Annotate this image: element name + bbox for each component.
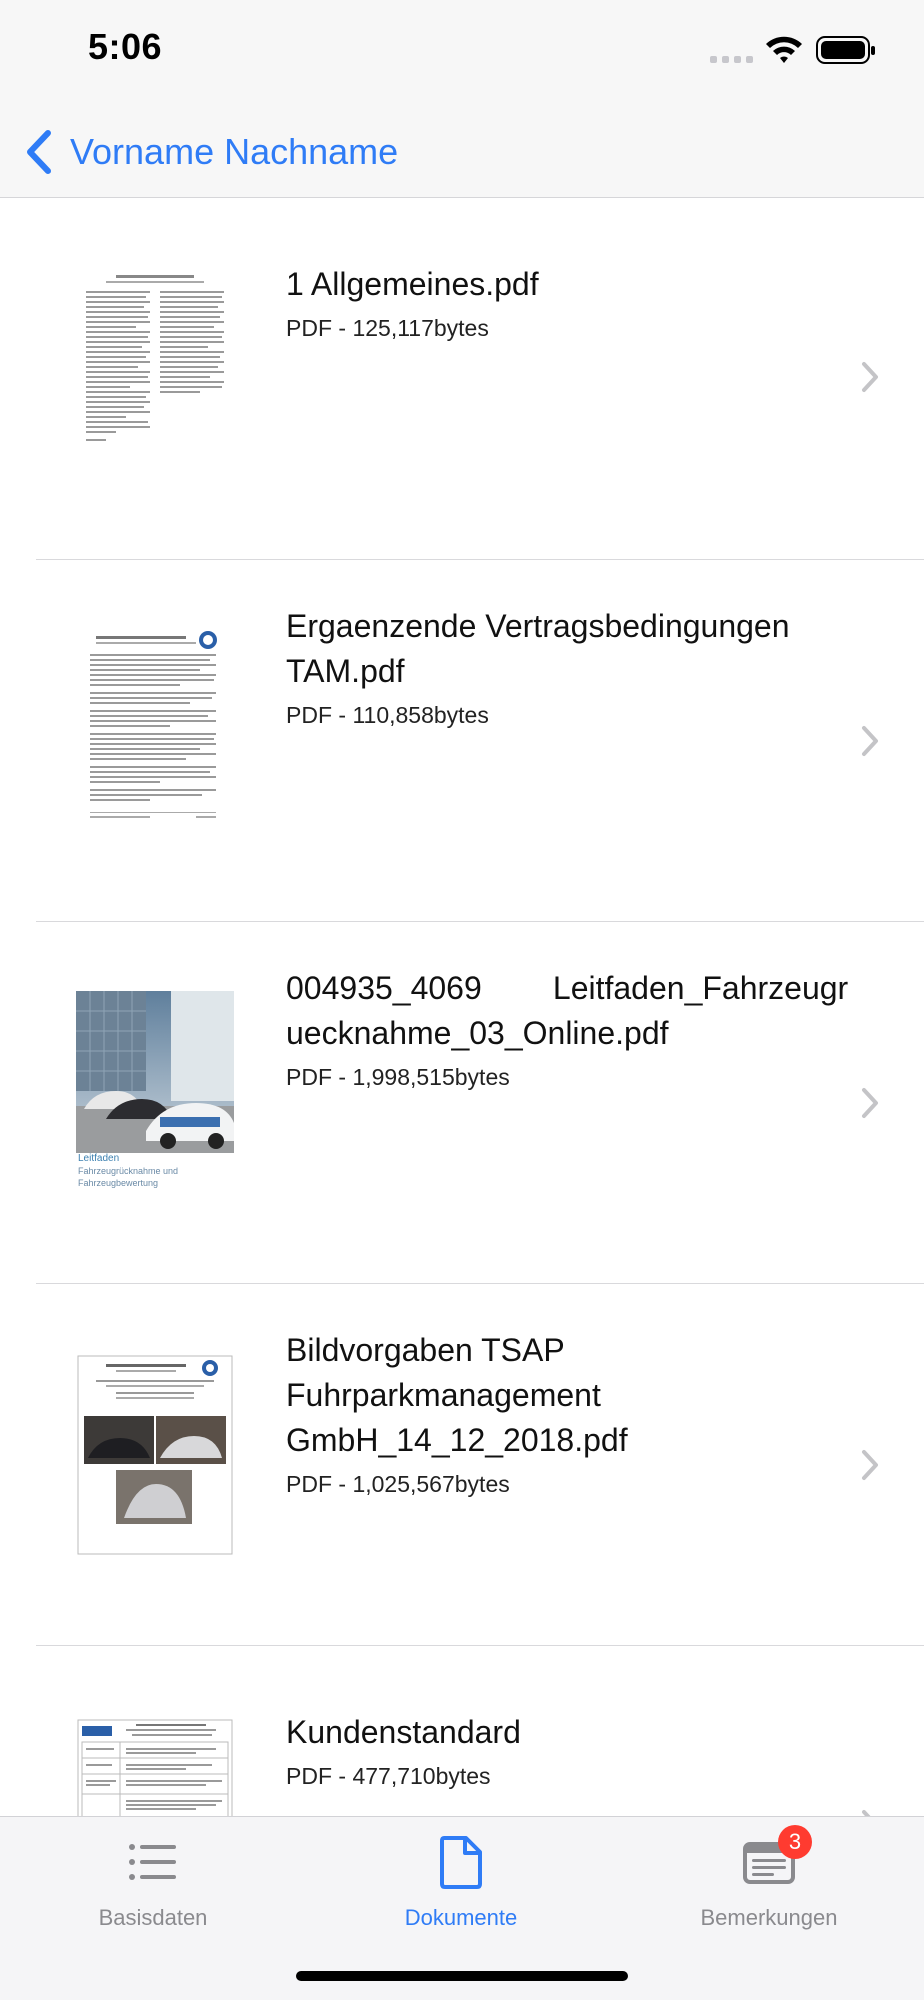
document-row[interactable]: Leitfaden Fahrzeugrücknahme und Fahrzeug… [0, 922, 924, 1284]
document-thumbnail: Leitfaden Fahrzeugrücknahme und Fahrzeug… [76, 991, 234, 1195]
document-title: Bildvorgaben TSAP Fuhrparkmanagement Gmb… [286, 1332, 628, 1458]
navigation-bar: Vorname Nachname [0, 110, 924, 198]
chevron-right-icon [862, 1088, 878, 1118]
car-photo [76, 991, 234, 1153]
document-row[interactable]: 1 Allgemeines.pdf PDF - 125,117bytes [0, 198, 924, 560]
document-row[interactable]: Ergaenzende Vertragsbedingungen TAM.pdf … [0, 560, 924, 922]
document-thumbnail [76, 628, 234, 830]
document-title: Kundenstandard [286, 1714, 521, 1750]
tab-label: Bemerkungen [700, 1905, 838, 1930]
document-title: Ergaenzende Vertragsbedingungen TAM.pdf [286, 608, 790, 689]
document-thumbnail [77, 1719, 233, 1816]
document-thumbnail [77, 1355, 233, 1555]
tab-bemerkungen[interactable]: 3 Bemerkungen [659, 1825, 879, 1945]
back-button[interactable]: Vorname Nachname [24, 124, 398, 180]
thumbnail-text: Leitfaden [78, 1153, 120, 1164]
battery-icon [816, 36, 875, 64]
thumbnail-text: Fahrzeugrücknahme und [78, 1166, 179, 1176]
document-thumbnail [76, 267, 234, 469]
status-bar: 5:06 [0, 0, 924, 110]
notification-badge: 3 [778, 1825, 812, 1859]
list-icon [129, 1844, 176, 1880]
document-size: PDF - 1,025,567bytes [286, 1471, 510, 1497]
back-label: Vorname Nachname [70, 131, 399, 172]
tab-label: Basisdaten [98, 1905, 208, 1930]
notes-icon: 3 [742, 1825, 812, 1889]
thumbnail-text: Fahrzeugbewertung [78, 1178, 159, 1188]
document-size: PDF - 477,710bytes [286, 1763, 491, 1789]
tab-label: Dokumente [404, 1905, 518, 1930]
tab-dokumente[interactable]: Dokumente [351, 1835, 571, 1945]
chevron-right-icon [862, 362, 878, 392]
document-row[interactable]: Kundenstandard PDF - 477,710bytes [0, 1646, 924, 1816]
document-title: 1 Allgemeines.pdf [286, 266, 539, 302]
document-size: PDF - 110,858bytes [286, 702, 489, 728]
chevron-right-icon [862, 1810, 871, 1816]
document-row[interactable]: Bildvorgaben TSAP Fuhrparkmanagement Gmb… [0, 1284, 924, 1646]
chevron-left-icon [27, 130, 51, 174]
cellular-signal-icon [710, 56, 753, 63]
document-list: 1 Allgemeines.pdf PDF - 125,117bytes Erg… [0, 198, 924, 1816]
document-icon [440, 1836, 482, 1889]
home-indicator [296, 1971, 628, 1981]
tab-basisdaten[interactable]: Basisdaten [43, 1835, 263, 1945]
document-size: PDF - 1,998,515bytes [286, 1064, 510, 1090]
wifi-icon [766, 36, 802, 63]
document-size: PDF - 125,117bytes [286, 315, 489, 341]
document-title: 004935_4069 Leitfaden_Fahrzeugruecknahme… [286, 970, 849, 1051]
chevron-right-icon [862, 1450, 878, 1480]
status-time: 5:06 [88, 26, 163, 67]
chevron-right-icon [862, 726, 878, 756]
